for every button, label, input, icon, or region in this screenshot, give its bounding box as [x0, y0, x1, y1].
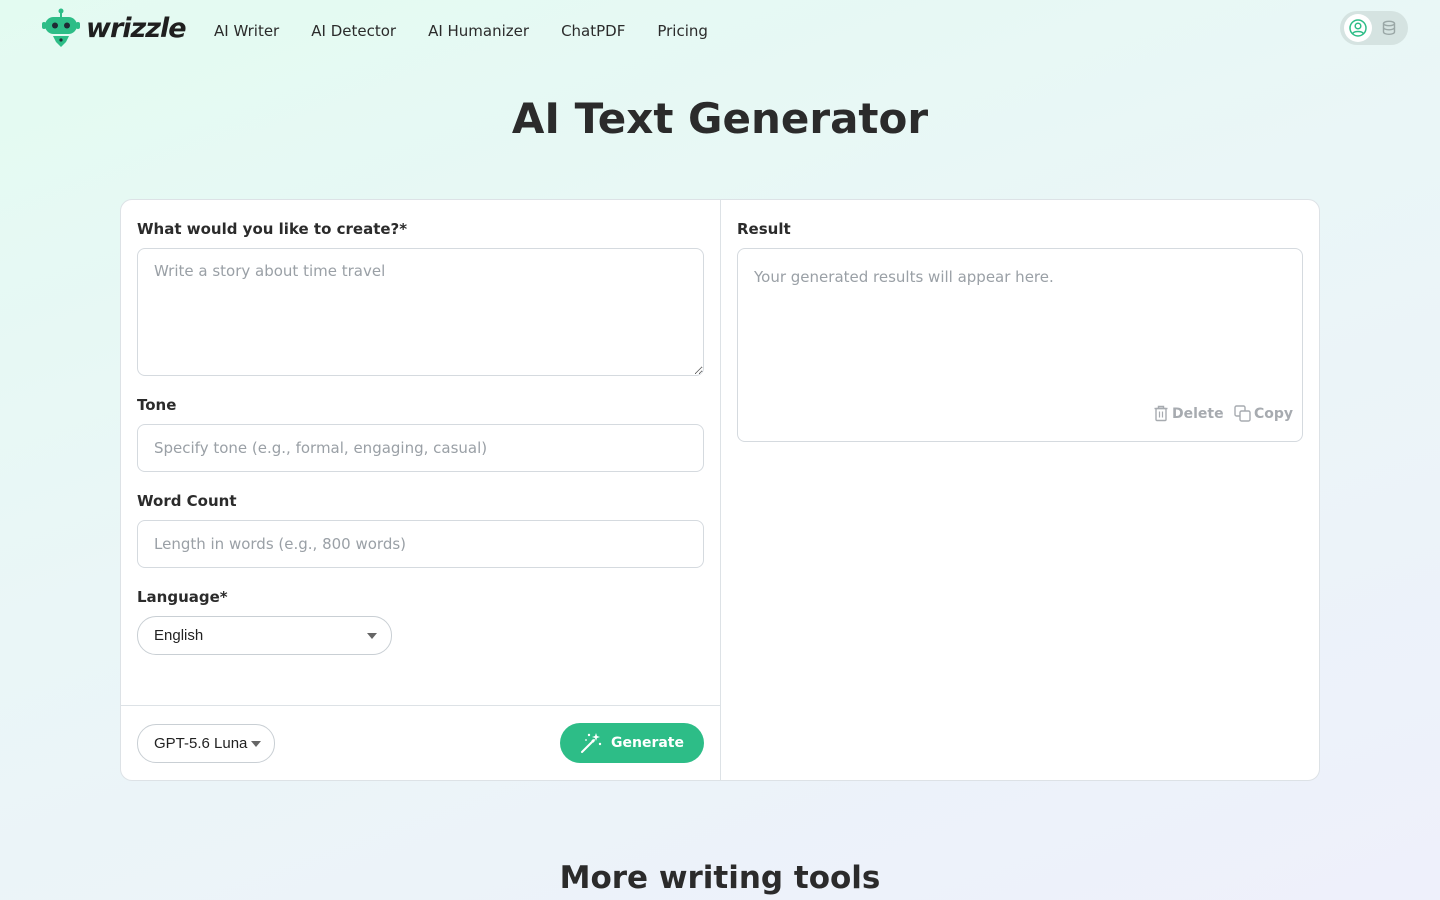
user-menu[interactable] [1340, 11, 1408, 45]
delete-label: Delete [1172, 405, 1224, 422]
user-icon [1349, 19, 1367, 37]
chevron-down-icon [251, 741, 261, 747]
nav-pricing[interactable]: Pricing [657, 22, 708, 40]
prompt-label: What would you like to create?* [137, 220, 408, 238]
nav-ai-detector[interactable]: AI Detector [311, 22, 396, 40]
result-label: Result [737, 220, 791, 238]
tone-input[interactable] [137, 424, 704, 472]
result-pane: Result Your generated results will appea… [721, 200, 1319, 780]
trash-icon [1154, 405, 1168, 422]
prompt-input[interactable] [137, 248, 704, 376]
generate-button[interactable]: Generate [560, 723, 704, 763]
magic-wand-icon [581, 733, 602, 753]
avatar[interactable] [1344, 14, 1372, 42]
nav-ai-writer[interactable]: AI Writer [214, 22, 279, 40]
result-output[interactable]: Your generated results will appear here.… [737, 248, 1303, 442]
word-count-label: Word Count [137, 492, 237, 510]
language-select[interactable]: English [137, 616, 392, 655]
word-count-input[interactable] [137, 520, 704, 568]
delete-button[interactable]: Delete [1153, 405, 1224, 422]
input-pane: What would you like to create?* Tone Wor… [121, 200, 721, 780]
generate-label: Generate [611, 735, 684, 751]
header: wrizzle AI Writer AI Detector AI Humaniz… [0, 0, 1440, 64]
language-label: Language* [137, 588, 228, 606]
model-value: GPT-5.6 Luna [154, 735, 248, 752]
brand-name: wrizzle [86, 12, 187, 44]
copy-button[interactable]: Copy [1234, 405, 1293, 422]
chevron-down-icon [367, 633, 377, 639]
generator-card: What would you like to create?* Tone Wor… [120, 199, 1320, 781]
more-tools-title: More writing tools [559, 860, 881, 896]
tone-label: Tone [137, 396, 177, 414]
model-select[interactable]: GPT-5.6 Luna [137, 724, 275, 763]
robot-logo-icon [42, 8, 80, 47]
result-placeholder: Your generated results will appear here. [754, 268, 1054, 286]
language-value: English [154, 627, 204, 644]
coins-icon[interactable] [1380, 19, 1398, 37]
copy-label: Copy [1254, 405, 1294, 422]
nav-ai-humanizer[interactable]: AI Humanizer [428, 22, 529, 40]
copy-icon [1234, 405, 1251, 422]
nav-chatpdf[interactable]: ChatPDF [561, 22, 625, 40]
page-title: AI Text Generator [511, 94, 929, 143]
logo[interactable]: wrizzle [42, 8, 187, 48]
main-nav: AI Writer AI Detector AI Humanizer ChatP… [214, 22, 708, 40]
